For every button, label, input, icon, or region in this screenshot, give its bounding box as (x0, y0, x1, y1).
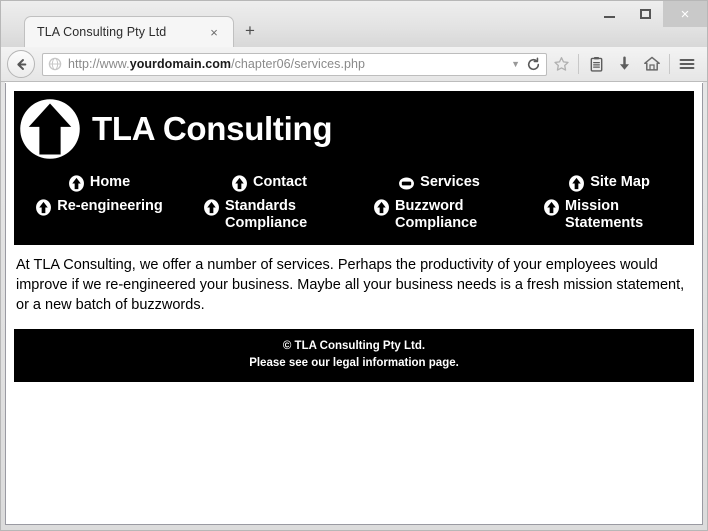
arrow-bullet-icon (374, 199, 389, 216)
globe-icon (48, 57, 62, 71)
nav-item-site-map[interactable]: Site Map (524, 171, 694, 195)
hamburger-menu-icon (679, 58, 695, 70)
close-icon: × (680, 5, 690, 23)
back-button[interactable] (7, 50, 35, 78)
nav-label: Buzzword Compliance (395, 198, 478, 231)
arrow-bullet-icon (569, 175, 585, 192)
reload-icon (527, 57, 540, 70)
minimize-icon (603, 15, 615, 18)
address-bar-text: http://www.yourdomain.com/chapter06/serv… (68, 57, 505, 71)
toolbar-separator-2 (669, 54, 670, 74)
window-minimize-button[interactable] (591, 1, 627, 27)
body-paragraph: At TLA Consulting, we offer a number of … (16, 256, 685, 313)
arrow-bullet-icon (36, 199, 52, 216)
menu-button[interactable] (673, 51, 701, 77)
arrow-bullet-icon (68, 175, 84, 192)
site-navigation: Home Contact Services Site Map Re-engine… (14, 167, 694, 245)
nav-item-contact[interactable]: Contact (184, 171, 354, 195)
site-header: TLA Consulting Home Contact Services Sit… (14, 91, 694, 245)
address-bar[interactable]: http://www.yourdomain.com/chapter06/serv… (42, 52, 547, 76)
window-maximize-button[interactable] (627, 1, 663, 27)
nav-item-buzzword-compliance[interactable]: Buzzword Compliance (354, 195, 524, 235)
window-close-button[interactable]: × (663, 1, 707, 27)
clipboard-icon (590, 56, 602, 72)
nav-label: Re-engineering (57, 198, 163, 214)
bookmark-button[interactable] (547, 51, 575, 77)
toolbar-icon-group (547, 51, 701, 77)
nav-item-mission-statements[interactable]: Mission Statements (524, 195, 694, 235)
legal-info-line[interactable]: Please see our legal information page. (18, 355, 690, 372)
download-arrow-icon (619, 55, 629, 70)
browser-toolbar: http://www.yourdomain.com/chapter06/serv… (1, 47, 707, 82)
nav-item-standards-compliance[interactable]: Standards Compliance (184, 195, 354, 235)
reload-button[interactable] (526, 57, 544, 72)
browser-window: × TLA Consulting Pty Ltd × + http://www.… (0, 0, 708, 531)
web-page: TLA Consulting Home Contact Services Sit… (5, 83, 703, 525)
home-button[interactable] (638, 51, 666, 77)
current-page-bullet-icon (399, 177, 415, 190)
nav-label: Services (420, 174, 480, 190)
up-arrow-in-circle-logo (20, 99, 80, 159)
maximize-icon (639, 9, 651, 19)
site-branding: TLA Consulting (14, 91, 694, 167)
tab-title: TLA Consulting Pty Ltd (37, 25, 167, 39)
arrow-bullet-icon (232, 175, 247, 192)
url-scheme: http://www. (68, 57, 130, 71)
page-viewport: TLA Consulting Home Contact Services Sit… (5, 82, 703, 525)
nav-label: Site Map (590, 174, 650, 190)
page-content: At TLA Consulting, we offer a number of … (14, 245, 694, 323)
nav-label: Home (89, 174, 131, 190)
nav-item-services[interactable]: Services (354, 171, 524, 195)
site-title: TLA Consulting (92, 110, 333, 147)
arrow-bullet-icon (544, 199, 559, 216)
copyright-line: © TLA Consulting Pty Ltd. (282, 339, 426, 352)
nav-label: Mission Statements (565, 198, 644, 231)
nav-label: Standards Compliance (225, 198, 308, 231)
back-arrow-icon (16, 58, 26, 70)
plus-icon: + (245, 21, 255, 40)
browser-tab[interactable]: TLA Consulting Pty Ltd × (24, 16, 234, 47)
arrow-bullet-icon (204, 199, 219, 216)
star-icon (553, 56, 569, 71)
new-tab-button[interactable]: + (238, 19, 262, 43)
tab-close-icon[interactable]: × (205, 23, 223, 41)
home-icon (644, 56, 660, 71)
nav-label: Contact (253, 174, 307, 190)
tab-strip: × TLA Consulting Pty Ltd × + (1, 1, 707, 47)
url-path: /chapter06/services.php (231, 57, 365, 71)
window-controls: × (591, 1, 707, 27)
nav-item-home[interactable]: Home (14, 171, 184, 195)
chevron-down-icon[interactable]: ▼ (505, 59, 526, 69)
reading-list-button[interactable] (582, 51, 610, 77)
site-footer: © TLA Consulting Pty Ltd. Please see our… (14, 328, 694, 383)
nav-item-re-engineering[interactable]: Re-engineering (14, 195, 184, 235)
toolbar-separator (578, 54, 579, 74)
downloads-button[interactable] (610, 51, 638, 77)
url-host: yourdomain.com (129, 57, 232, 71)
